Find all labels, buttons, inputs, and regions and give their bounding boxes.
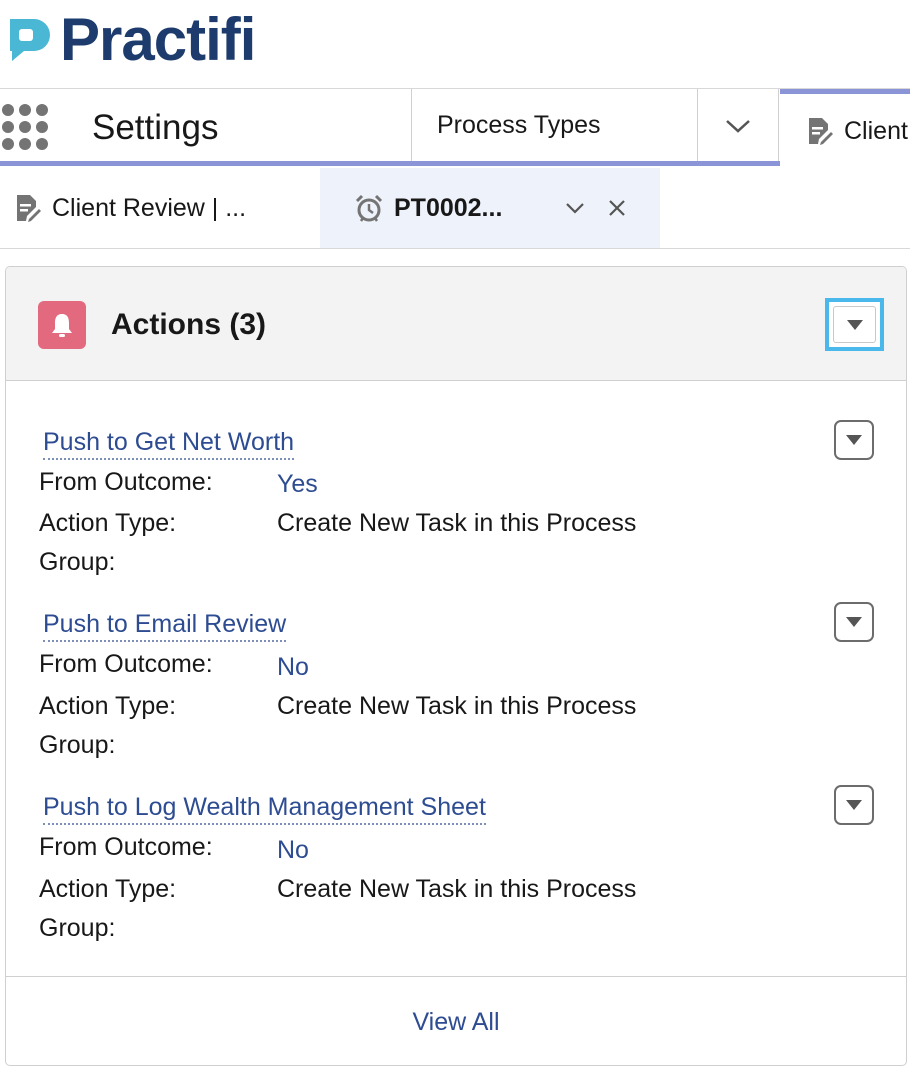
subtab-pt0002-label: PT0002... bbox=[394, 193, 503, 222]
practifi-logo-text: Practifi bbox=[60, 6, 256, 73]
nav-active-underline bbox=[0, 161, 780, 166]
app-name: Settings bbox=[92, 108, 219, 147]
action-type-value: Create New Task in this Process bbox=[277, 509, 637, 537]
from-outcome-label: From Outcome: bbox=[39, 650, 213, 678]
nav-more-chevron-button[interactable] bbox=[698, 89, 779, 162]
nav-item-process-types[interactable]: Process Types bbox=[411, 89, 698, 162]
chevron-down-icon bbox=[726, 119, 750, 133]
document-edit-icon bbox=[17, 195, 41, 222]
card-footer: View All bbox=[6, 976, 906, 1065]
nav-tab-client-label: Client bbox=[844, 116, 908, 145]
action-menu-button[interactable] bbox=[834, 602, 874, 642]
document-edit-icon bbox=[809, 118, 833, 145]
nav-tab-client[interactable]: Client bbox=[780, 89, 910, 168]
app-launcher-icon[interactable] bbox=[2, 104, 50, 152]
action-menu-button[interactable] bbox=[834, 785, 874, 825]
view-all-link[interactable]: View All bbox=[412, 1006, 499, 1038]
actions-card: Actions (3) Push to Get Net Worth From O… bbox=[5, 266, 907, 1066]
bell-icon bbox=[38, 301, 86, 349]
action-name-link[interactable]: Push to Log Wealth Management Sheet bbox=[43, 791, 486, 825]
subtab-client-review[interactable]: Client Review | ... bbox=[14, 168, 314, 248]
action-type-value: Create New Task in this Process bbox=[277, 692, 637, 720]
caret-down-icon bbox=[846, 617, 862, 627]
practifi-logo: Practifi bbox=[4, 6, 256, 73]
subtab-client-review-label: Client Review | ... bbox=[52, 193, 247, 222]
from-outcome-value[interactable]: No bbox=[277, 834, 309, 866]
from-outcome-value[interactable]: Yes bbox=[277, 468, 318, 500]
from-outcome-label: From Outcome: bbox=[39, 833, 213, 861]
action-menu-button[interactable] bbox=[834, 420, 874, 460]
list-item: Push to Email Review From Outcome: No Ac… bbox=[6, 602, 906, 778]
caret-down-icon bbox=[846, 800, 862, 810]
card-header: Actions (3) bbox=[6, 267, 906, 381]
card-title: Actions (3) bbox=[111, 308, 267, 341]
subtab-pt0002[interactable]: PT0002... bbox=[320, 168, 660, 248]
card-menu-button[interactable] bbox=[825, 298, 884, 351]
list-item: Push to Log Wealth Management Sheet From… bbox=[6, 785, 906, 961]
action-type-label: Action Type: bbox=[39, 875, 177, 903]
from-outcome-label: From Outcome: bbox=[39, 468, 213, 496]
action-name-link[interactable]: Push to Email Review bbox=[43, 608, 287, 642]
group-label: Group: bbox=[39, 914, 116, 942]
action-type-label: Action Type: bbox=[39, 509, 177, 537]
close-icon[interactable] bbox=[606, 197, 628, 219]
action-type-value: Create New Task in this Process bbox=[277, 875, 637, 903]
alarm-clock-icon bbox=[355, 194, 383, 222]
list-item: Push to Get Net Worth From Outcome: Yes … bbox=[6, 420, 906, 596]
group-label: Group: bbox=[39, 548, 116, 576]
practifi-logo-mark-icon bbox=[4, 15, 54, 65]
caret-down-icon bbox=[846, 319, 863, 330]
action-type-label: Action Type: bbox=[39, 692, 177, 720]
group-label: Group: bbox=[39, 731, 116, 759]
caret-down-icon bbox=[846, 435, 862, 445]
from-outcome-value[interactable]: No bbox=[277, 651, 309, 683]
chevron-down-icon[interactable] bbox=[564, 197, 586, 219]
action-name-link[interactable]: Push to Get Net Worth bbox=[43, 426, 295, 460]
